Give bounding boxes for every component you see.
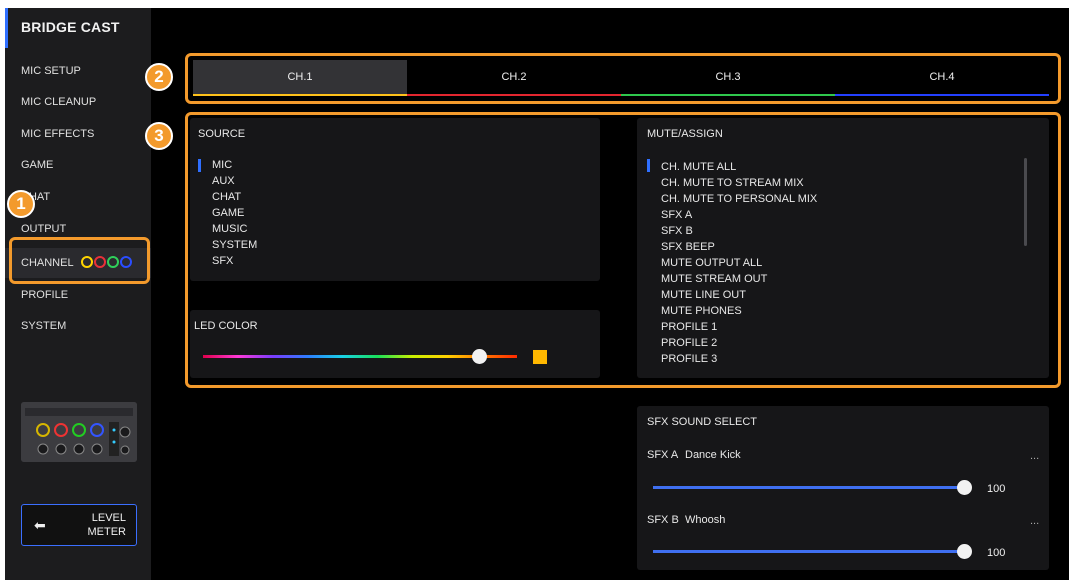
sfx-a-volume-track[interactable] bbox=[653, 486, 963, 489]
level-meter-label-line1: LEVEL bbox=[91, 512, 126, 524]
sfx-b-sound-name[interactable]: Whoosh bbox=[685, 514, 725, 526]
app-title: BRIDGE CAST bbox=[21, 19, 120, 35]
sidebar-item-system[interactable]: SYSTEM bbox=[5, 311, 151, 341]
sfx-a-volume-knob[interactable] bbox=[957, 480, 972, 495]
bridge-cast-window: BRIDGE CAST MIC SETUP MIC CLEANUP MIC EF… bbox=[5, 8, 1069, 580]
sfx-b-volume-knob[interactable] bbox=[957, 544, 972, 559]
sfx-b-slot-label: SFX B bbox=[647, 514, 679, 526]
annotation-box-1 bbox=[9, 237, 150, 284]
sidebar-item-mic-setup[interactable]: MIC SETUP bbox=[5, 56, 151, 86]
sidebar-item-game[interactable]: GAME bbox=[5, 150, 151, 180]
callout-2: 2 bbox=[145, 63, 173, 91]
sfx-a-more-button[interactable]: ... bbox=[1030, 450, 1039, 462]
arrow-left-icon: ⬅ bbox=[34, 517, 46, 533]
sidebar-item-profile[interactable]: PROFILE bbox=[5, 280, 151, 310]
callout-1: 1 bbox=[7, 190, 35, 218]
level-meter-label-line2: METER bbox=[87, 526, 127, 538]
sfx-a-volume-value: 100 bbox=[987, 483, 1006, 495]
sidebar: BRIDGE CAST MIC SETUP MIC CLEANUP MIC EF… bbox=[5, 8, 151, 580]
app-brand: BRIDGE CAST bbox=[5, 8, 151, 48]
sfx-b-volume-value: 100 bbox=[987, 547, 1006, 559]
callout-3: 3 bbox=[145, 122, 173, 150]
sfx-a-slot-label: SFX A bbox=[647, 449, 679, 461]
sfx-sound-select-panel: SFX SOUND SELECT SFX A Dance Kick ... 10… bbox=[637, 406, 1049, 570]
level-meter-button[interactable]: ⬅ LEVEL METER bbox=[21, 504, 137, 546]
sfx-sound-select-title: SFX SOUND SELECT bbox=[647, 416, 758, 428]
sidebar-item-mic-cleanup[interactable]: MIC CLEANUP bbox=[5, 87, 151, 117]
sfx-b-volume-track[interactable] bbox=[653, 550, 963, 553]
sfx-b-more-button[interactable]: ... bbox=[1030, 515, 1039, 527]
sfx-a-sound-name[interactable]: Dance Kick bbox=[685, 449, 741, 461]
annotation-box-3 bbox=[185, 112, 1061, 388]
sidebar-item-mic-effects[interactable]: MIC EFFECTS bbox=[5, 119, 151, 149]
annotation-box-2 bbox=[185, 53, 1061, 104]
device-image bbox=[21, 402, 137, 462]
